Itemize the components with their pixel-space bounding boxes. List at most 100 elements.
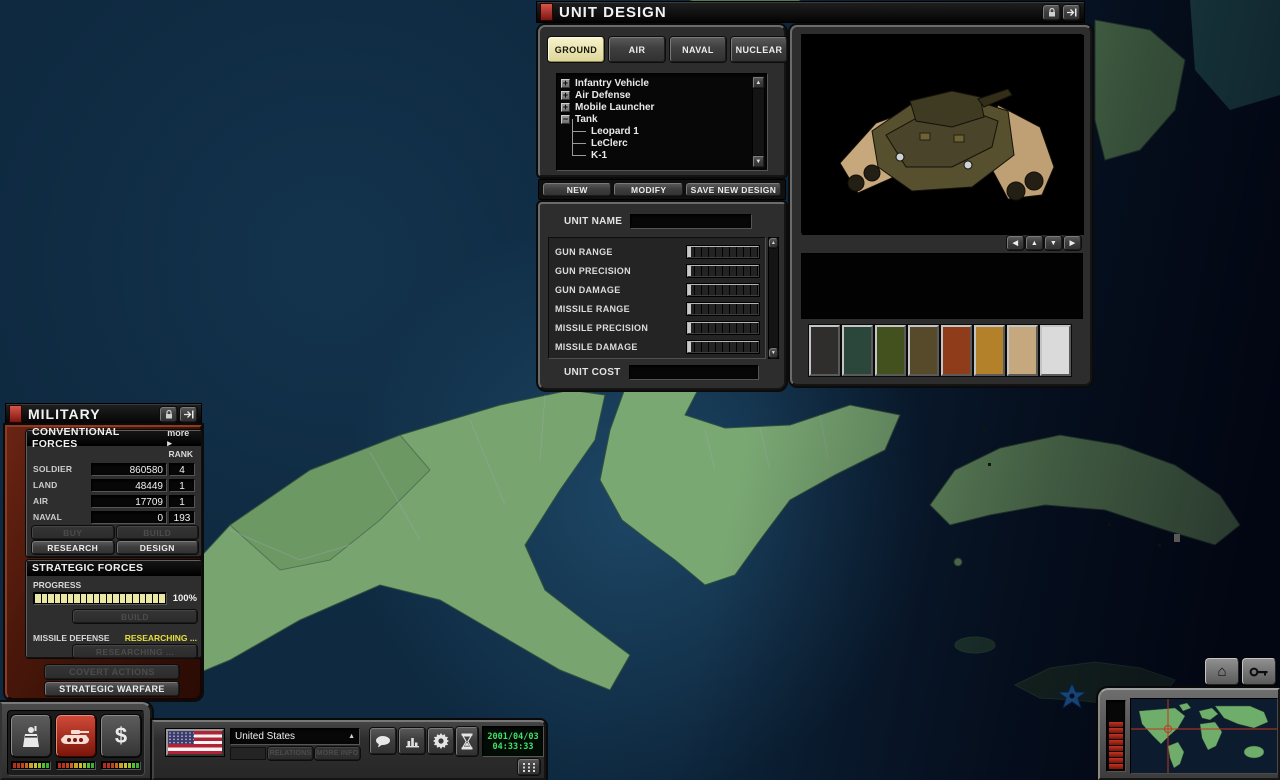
missile-precision-slider[interactable] [687,322,759,334]
country-flag-usa [166,729,224,756]
missile-range-slider[interactable] [687,303,759,315]
tree-item-air-defense[interactable]: + Air Defense [561,89,751,101]
missile-defense-status: RESEARCHING ... [125,633,197,643]
speech-bubble-icon [375,735,391,748]
close-window-button[interactable] [180,407,197,422]
scroll-up-icon[interactable]: ▲ [769,238,778,248]
settings-button[interactable] [428,728,454,754]
tab-ground[interactable]: GROUND [548,37,604,62]
rank-column-header: RANK [168,449,193,459]
tree-item-leopard-1[interactable]: Leopard 1 [561,125,751,137]
unit-design-titlebar: UNIT DESIGN [536,1,1085,23]
grid-dots-icon [523,763,535,772]
landmass-bahamas [1095,20,1185,160]
camo-swatch-4[interactable] [908,325,939,376]
camo-swatch-8[interactable] [1040,325,1071,376]
scroll-down-icon[interactable]: ▼ [769,348,778,358]
military-sphere-button[interactable] [56,715,96,757]
collapse-icon[interactable]: − [561,115,570,124]
stat-label: NAVAL [33,512,91,522]
tab-air[interactable]: AIR [609,37,665,62]
game-clock: 2001/04/03 04:33:33 [482,726,544,757]
country-dropdown[interactable]: United States ▲ [230,728,360,745]
island [954,558,962,566]
tree-item-tank[interactable]: − Tank [561,113,751,125]
camo-swatch-6[interactable] [974,325,1005,376]
gear-icon [433,733,449,749]
close-window-button[interactable] [1063,5,1080,20]
game-time: 04:33:33 [493,742,534,752]
minimap-zoom-button[interactable] [1242,658,1276,685]
rotate-right-icon[interactable]: ▶ [1064,236,1081,250]
camo-swatch-7[interactable] [1007,325,1038,376]
pin-lock-button[interactable] [160,407,177,422]
naval-row: NAVAL 0 193 [33,510,197,524]
scroll-down-icon[interactable]: ▼ [753,156,764,167]
camo-swatch-5[interactable] [941,325,972,376]
research-button[interactable]: RESEARCH [32,541,114,554]
gun-damage-slider[interactable] [687,284,759,296]
military-window-body: CONVENTIONAL FORCES more ▸ RANK SOLDIER … [5,425,202,700]
tree-item-leclerc[interactable]: LeClerc [561,137,751,149]
zoom-level-meter[interactable] [1106,700,1126,772]
strategic-forces-panel: STRATEGIC FORCES PROGRESS 100% BUILD MIS… [26,560,202,658]
title-accent [9,405,22,423]
new-button[interactable]: NEW [543,183,611,196]
design-button[interactable]: DESIGN [117,541,199,554]
camo-swatch-2[interactable] [842,325,873,376]
tab-nuclear[interactable]: NUCLEAR [731,37,787,62]
bar-resize-button[interactable] [518,759,540,775]
scroll-up-icon[interactable]: ▲ [753,77,764,88]
rotate-left-icon[interactable]: ◀ [1007,236,1024,250]
progress-label: PROGRESS [33,580,81,590]
buy-button: BUY [32,526,114,539]
conventional-forces-header: CONVENTIONAL FORCES [32,426,167,450]
expand-icon[interactable]: + [561,103,570,112]
modify-button[interactable]: MODIFY [614,183,682,196]
camo-swatch-3[interactable] [875,325,906,376]
unit-3d-viewport[interactable] [801,34,1083,234]
economy-sphere-button[interactable]: $ [101,715,141,757]
unit-preview-panel: ◀ ▲ ▼ ▶ [790,25,1092,386]
camo-swatch-1[interactable] [809,325,840,376]
unit-design-title: UNIT DESIGN [559,4,667,21]
tree-item-k-1[interactable]: K-1 [561,149,751,161]
status-bar: United States ▲ RELATIONS MORE INFO [152,720,546,780]
military-titlebar: MILITARY [5,403,202,425]
stat-label: SOLDIER [33,464,91,474]
tree-item-infantry-vehicle[interactable]: + Infantry Vehicle [561,77,751,89]
tree-item-label: Air Defense [575,90,631,101]
chat-button[interactable] [370,728,396,754]
expand-icon[interactable]: + [561,91,570,100]
bar-chart-icon [405,735,420,748]
rotate-up-icon[interactable]: ▲ [1026,236,1043,250]
lock-icon [164,409,174,420]
gun-precision-slider[interactable] [687,265,759,277]
more-link[interactable]: more ▸ [167,428,196,449]
expand-icon[interactable]: + [561,79,570,88]
tree-item-label: K-1 [591,150,607,161]
build-units-button: BUILD [117,526,199,539]
tree-item-mobile-launcher[interactable]: + Mobile Launcher [561,101,751,113]
statistics-button[interactable] [399,728,425,754]
more-info-button: MORE INFO [315,747,360,760]
tree-scrollbar[interactable]: ▲ ▼ [752,76,765,168]
sliders-scrollbar[interactable]: ▲ ▼ [768,237,779,359]
land-row: LAND 48449 1 [33,478,197,492]
exit-arrow-icon [183,410,194,419]
minimap-home-button[interactable]: ⌂ [1205,658,1239,685]
gun-range-slider[interactable] [687,246,759,258]
time-control-button[interactable] [456,727,478,756]
missile-damage-slider[interactable] [687,341,759,353]
strategic-warfare-button[interactable]: STRATEGIC WARFARE [45,682,179,696]
hourglass-icon [461,733,473,750]
unit-name-input[interactable] [630,214,752,229]
strategic-forces-header: STRATEGIC FORCES [32,562,143,574]
pin-lock-button[interactable] [1043,5,1060,20]
rotate-down-icon[interactable]: ▼ [1045,236,1062,250]
politics-sphere-button[interactable] [11,715,51,757]
save-new-design-button[interactable]: SAVE NEW DESIGN [686,183,781,196]
tab-naval[interactable]: NAVAL [670,37,726,62]
stat-rank: 193 [169,511,195,524]
minimap[interactable] [1131,699,1277,773]
